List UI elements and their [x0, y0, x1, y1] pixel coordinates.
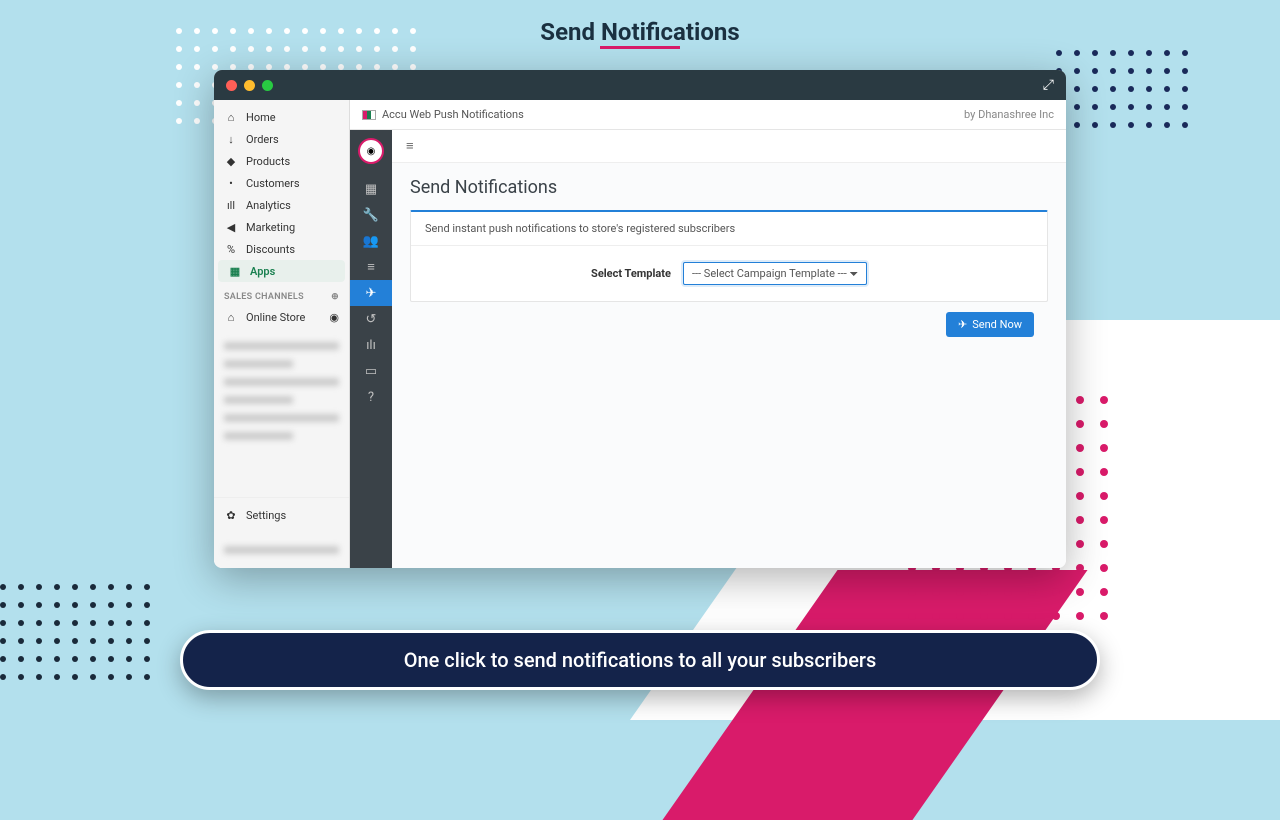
inner-nav-history[interactable]: ↺ [350, 306, 392, 332]
bg-dots-black [0, 584, 150, 680]
template-label: Select Template [591, 267, 671, 280]
nav-customers[interactable]: • Customers [214, 172, 349, 194]
percent-icon: % [224, 242, 238, 256]
nav-marketing[interactable]: ◀ Marketing [214, 216, 349, 238]
sales-channels-header: SALES CHANNELS ⊕ [214, 282, 349, 306]
section-label: SALES CHANNELS [224, 292, 304, 302]
nav-discounts[interactable]: % Discounts [214, 238, 349, 260]
nav-orders[interactable]: ↓ Orders [214, 128, 349, 150]
apps-icon: ▦ [228, 264, 242, 278]
nav-label: Customers [246, 177, 300, 190]
shopify-sidebar: ⌂ Home ↓ Orders ◆ Products • Customers ı… [214, 100, 350, 568]
user-icon: • [224, 176, 238, 190]
send-now-button[interactable]: ✈ Send Now [946, 312, 1034, 337]
help-icon: ? [368, 390, 374, 405]
template-row: Select Template --- Select Campaign Temp… [411, 246, 1047, 301]
send-card: Send instant push notifications to store… [410, 210, 1048, 302]
bottom-caption-text: One click to send notifications to all y… [404, 648, 877, 672]
app-name: Accu Web Push Notifications [382, 108, 524, 121]
app-inner-sidebar: ◉ ▦ 🔧 👥 ≡ ✈ ↺ ılı ▭ ? [350, 130, 392, 568]
list-icon: ≡ [367, 259, 375, 275]
nav-analytics[interactable]: ıll Analytics [214, 194, 349, 216]
nav-settings[interactable]: ✿ Settings [214, 497, 349, 532]
expand-icon[interactable]: ⤢ [1043, 77, 1054, 93]
card-icon: ▭ [365, 364, 377, 379]
chart-icon: ılı [366, 338, 376, 353]
app-logo-icon: ◉ [358, 138, 384, 164]
nav-label: Apps [250, 265, 275, 278]
main-panel: ≡ Send Notifications Send instant push n… [392, 130, 1066, 568]
history-icon: ↺ [366, 312, 377, 327]
app-flag-icon [362, 110, 376, 120]
nav-label: Marketing [246, 221, 295, 234]
eye-icon[interactable]: ◉ [329, 311, 339, 324]
inner-nav-reports[interactable]: ılı [350, 332, 392, 358]
nav-label: Home [246, 111, 276, 124]
nav-label: Discounts [246, 243, 295, 256]
inner-nav-list[interactable]: ≡ [350, 254, 392, 280]
nav-label: Analytics [246, 199, 291, 212]
inner-nav-help[interactable]: ? [350, 384, 392, 410]
minimize-window-icon[interactable] [244, 80, 255, 91]
nav-label: Online Store [246, 311, 305, 324]
panel-title: Send Notifications [410, 177, 1048, 198]
wrench-icon: 🔧 [363, 208, 379, 223]
send-button-label: Send Now [972, 318, 1022, 331]
nav-apps[interactable]: ▦ Apps [218, 260, 345, 282]
tag-icon: ◆ [224, 154, 238, 168]
nav-label: Products [246, 155, 290, 168]
blurred-apps [224, 332, 339, 450]
window-titlebar: ⤢ [214, 70, 1066, 100]
hamburger-icon[interactable]: ≡ [406, 139, 414, 154]
paper-plane-icon: ✈ [958, 318, 967, 331]
page-title: Send Notifications [540, 18, 739, 46]
megaphone-icon: ◀ [224, 220, 238, 234]
nav-products[interactable]: ◆ Products [214, 150, 349, 172]
traffic-lights [226, 80, 273, 91]
vendor-name: by Dhanashree Inc [964, 108, 1054, 121]
home-icon: ⌂ [224, 110, 238, 124]
orders-icon: ↓ [224, 132, 238, 146]
inner-nav-tools[interactable]: 🔧 [350, 202, 392, 228]
close-window-icon[interactable] [226, 80, 237, 91]
nav-home[interactable]: ⌂ Home [214, 106, 349, 128]
paper-plane-icon: ✈ [366, 286, 377, 301]
inner-nav-send[interactable]: ✈ [350, 280, 392, 306]
add-channel-icon[interactable]: ⊕ [331, 292, 339, 302]
title-underline [600, 46, 680, 49]
inner-nav-subscribers[interactable]: 👥 [350, 228, 392, 254]
users-icon: 👥 [363, 234, 379, 249]
card-footer: ✈ Send Now [410, 302, 1048, 347]
grid-icon: ▦ [365, 182, 377, 197]
inner-nav-billing[interactable]: ▭ [350, 358, 392, 384]
bar-chart-icon: ıll [224, 198, 238, 212]
card-description: Send instant push notifications to store… [411, 212, 1047, 246]
bottom-caption-pill: One click to send notifications to all y… [180, 630, 1100, 690]
blurred-footer [224, 536, 339, 564]
gear-icon: ✿ [224, 508, 238, 522]
inner-nav-dashboard[interactable]: ▦ [350, 176, 392, 202]
store-icon: ⌂ [224, 310, 238, 324]
bg-dots-navy [1056, 50, 1188, 128]
app-header: Accu Web Push Notifications by Dhanashre… [350, 100, 1066, 130]
nav-label: Orders [246, 133, 279, 146]
maximize-window-icon[interactable] [262, 80, 273, 91]
nav-label: Settings [246, 509, 286, 522]
template-select[interactable]: --- Select Campaign Template --- [683, 262, 867, 285]
browser-window: ⤢ ⌂ Home ↓ Orders ◆ Products • Customers… [214, 70, 1066, 568]
hamburger-bar: ≡ [392, 130, 1066, 163]
nav-online-store[interactable]: ⌂ Online Store ◉ [214, 306, 349, 328]
